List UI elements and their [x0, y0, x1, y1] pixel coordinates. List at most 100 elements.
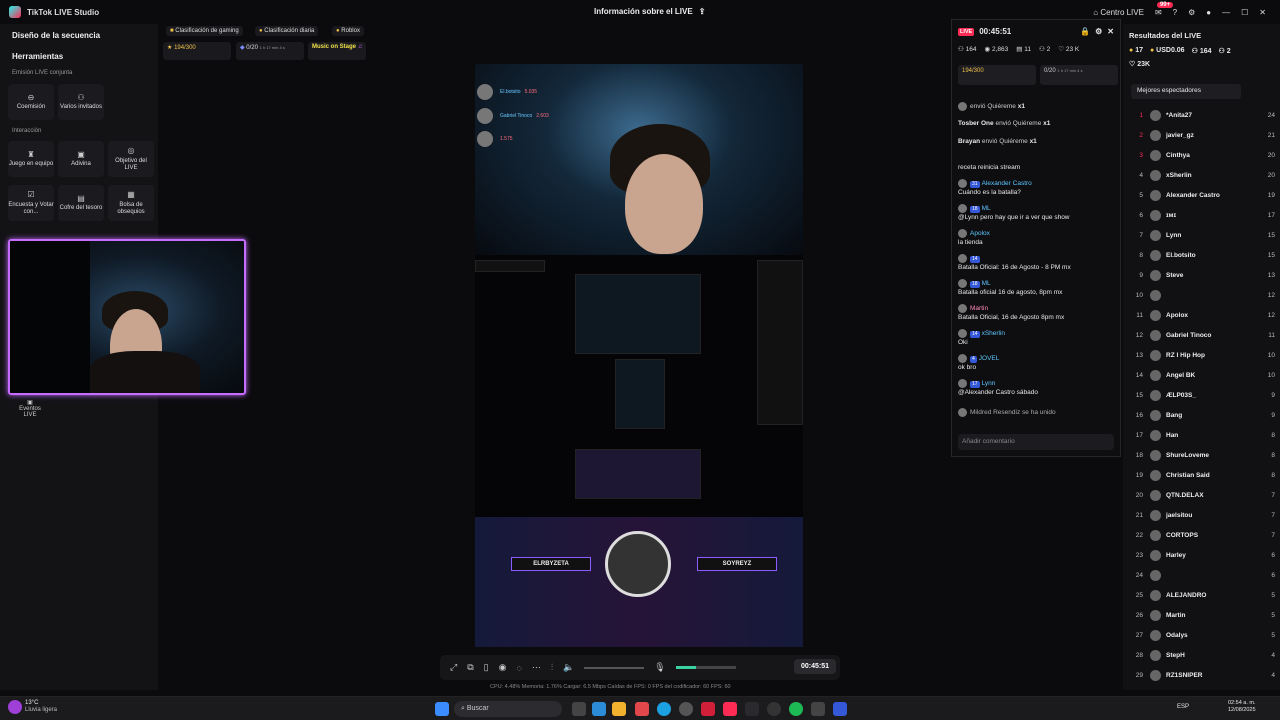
- edge-icon[interactable]: [657, 702, 671, 716]
- rank-row[interactable]: 29 RZ1SNIPER 4: [1129, 666, 1275, 684]
- poll-tile[interactable]: ☑ Encuesta y Votar con...: [8, 185, 54, 221]
- language-indicator[interactable]: ESP: [1177, 704, 1189, 710]
- profile-avatar[interactable]: ●: [1206, 8, 1211, 17]
- trophy-icon: ■: [170, 28, 174, 34]
- guests-tile[interactable]: ⚇ Varios invitados: [58, 84, 104, 120]
- task-view-icon[interactable]: [572, 702, 586, 716]
- rank-row[interactable]: 24 6: [1129, 566, 1275, 584]
- sequence-title[interactable]: Diseño de la secuencia: [0, 24, 158, 40]
- minimize-icon[interactable]: —: [1222, 8, 1230, 17]
- help-icon[interactable]: ?: [1173, 8, 1177, 17]
- roblox-chip[interactable]: ● Roblox: [332, 26, 364, 36]
- layout-icon[interactable]: ⧉: [467, 662, 473, 673]
- rank-row[interactable]: 3 Cinthya 20: [1129, 146, 1275, 164]
- gaming-ranking-chip[interactable]: ■ Clasificación de gaming: [166, 26, 243, 36]
- team-game-tile[interactable]: ♜ Juego en equipo: [8, 141, 54, 177]
- record-icon[interactable]: ◉: [499, 662, 507, 673]
- maximize-icon[interactable]: ☐: [1241, 8, 1248, 17]
- rank-row[interactable]: 23 Harley 6: [1129, 546, 1275, 564]
- rank-row[interactable]: 27 Odalys 5: [1129, 626, 1275, 644]
- rank-row[interactable]: 12 Gabriel Tinoco 11: [1129, 326, 1275, 344]
- taskbar-search[interactable]: ⌕ Buscar: [454, 701, 562, 717]
- rank-row[interactable]: 26 Martin 5: [1129, 606, 1275, 624]
- rank-row[interactable]: 5 Alexander Castro 19: [1129, 186, 1275, 204]
- microphone-icon[interactable]: 🎙: [654, 662, 665, 673]
- rank-row[interactable]: 8 El.botsito 15: [1129, 246, 1275, 264]
- app-icon[interactable]: [635, 702, 649, 716]
- rank-row[interactable]: 16 Bang 9: [1129, 406, 1275, 424]
- gift-bag-tile[interactable]: ▦ Bolsa de obsequios: [108, 185, 154, 221]
- clock[interactable]: 02:54 a. m. 12/08/2025: [1228, 700, 1256, 714]
- rank-row[interactable]: 25 ALEJANDRO 5: [1129, 586, 1275, 604]
- rank-row[interactable]: 28 StepH 4: [1129, 646, 1275, 664]
- preview-shadow: [10, 241, 90, 393]
- effects-icon[interactable]: ⤢: [450, 662, 457, 673]
- live-goal-tile[interactable]: ◎ Objetivo del LIVE: [108, 141, 154, 177]
- spotify-icon[interactable]: [789, 702, 803, 716]
- lock-icon[interactable]: 🔒: [1080, 27, 1090, 36]
- rank-row[interactable]: 6 ɪᴍɪ 17: [1129, 206, 1275, 224]
- phone-icon[interactable]: ▯: [484, 662, 489, 673]
- rank-row[interactable]: 4 xSherlin 20: [1129, 166, 1275, 184]
- live-events-button[interactable]: ▣ Eventos LIVE: [12, 399, 48, 418]
- rank-row[interactable]: 21 jaelsitou 7: [1129, 506, 1275, 524]
- weather-widget[interactable]: 13°C Lluvia ligera: [25, 700, 57, 714]
- treasure-chest-tile[interactable]: ▤ Cofre del tesoro: [58, 185, 104, 221]
- notifications-icon[interactable]: ✉ 99+: [1155, 1, 1174, 17]
- comment-input[interactable]: Añadir comentario: [958, 434, 1114, 450]
- rank-row[interactable]: 15 ÆLP03S_ 9: [1129, 386, 1275, 404]
- top-viewers-tab[interactable]: Mejores espectadores: [1131, 84, 1241, 99]
- more-icon[interactable]: ⋯: [532, 662, 541, 673]
- chat-goal-2[interactable]: 0/20 1 h 17 min 4 s: [1040, 65, 1118, 85]
- cohost-tile[interactable]: ⊖ Coemisión: [8, 84, 54, 120]
- app-arrow-icon[interactable]: [811, 702, 825, 716]
- live-center-button[interactable]: ⌂ Centro LIVE: [1093, 8, 1144, 17]
- crown-avatar-icon: [477, 84, 493, 100]
- guess-tile[interactable]: ▣ Adivina: [58, 141, 104, 177]
- github-icon[interactable]: [679, 702, 693, 716]
- media-icon[interactable]: [767, 702, 781, 716]
- rank-row[interactable]: 7 Lynn 15: [1129, 226, 1275, 244]
- app-f-icon[interactable]: [745, 702, 759, 716]
- rank-row[interactable]: 17 Han 8: [1129, 426, 1275, 444]
- chat-settings-icon[interactable]: ⚙: [1095, 27, 1102, 36]
- viewer-name: ShureLoveme: [1166, 451, 1209, 459]
- star-goal-chip[interactable]: ★ 194/300: [163, 42, 231, 60]
- stream-canvas[interactable]: El.botsito 5.035 Gabriel Tinoco 2.603 1.…: [475, 64, 803, 647]
- chat-close-icon[interactable]: ✕: [1107, 27, 1114, 36]
- speaker-icon[interactable]: 🔈: [563, 662, 574, 673]
- rank-row[interactable]: 14 Angel BK 10: [1129, 366, 1275, 384]
- volume-slider[interactable]: [584, 666, 645, 669]
- nested-screen-capture: [575, 274, 701, 354]
- windows-start-icon[interactable]: [435, 702, 449, 716]
- rank-row[interactable]: 9 Steve 13: [1129, 266, 1275, 284]
- rank-row[interactable]: 20 QTN.DELAX 7: [1129, 486, 1275, 504]
- store-icon[interactable]: [592, 702, 606, 716]
- rank-row[interactable]: 11 Apolox 12: [1129, 306, 1275, 324]
- mixer-icon[interactable]: ⫶: [551, 662, 553, 673]
- app-active-icon[interactable]: [701, 702, 715, 716]
- viewer-name: javier_gz: [1166, 131, 1194, 139]
- rank-row[interactable]: 19 Christian Said 8: [1129, 466, 1275, 484]
- app-blue-icon[interactable]: [833, 702, 847, 716]
- rank-row[interactable]: 10 12: [1129, 286, 1275, 304]
- tiktok-icon[interactable]: [723, 702, 737, 716]
- settings-icon[interactable]: ⚙: [1188, 8, 1195, 17]
- secondary-goal-chip[interactable]: ◆ 0/20 1 h 17 min 4 s: [236, 42, 304, 60]
- rank-row[interactable]: 2 javier_gz 21: [1129, 126, 1275, 144]
- camera-preview[interactable]: [8, 239, 246, 395]
- timer-settings-icon[interactable]: ◌: [516, 663, 521, 673]
- rank-row[interactable]: 22 CORTOPS 7: [1129, 526, 1275, 544]
- folder-icon[interactable]: [612, 702, 626, 716]
- chat-goal-1[interactable]: 194/300: [958, 65, 1036, 85]
- tools-title: Herramientas: [12, 52, 64, 61]
- rank-number: 23: [1135, 551, 1143, 559]
- rank-row[interactable]: 18 ShureLoveme 8: [1129, 446, 1275, 464]
- close-icon[interactable]: ✕: [1259, 8, 1266, 17]
- daily-ranking-chip[interactable]: ● Clasificación diaria: [255, 26, 319, 36]
- music-on-stage-chip[interactable]: Music on Stage ♫: [308, 42, 367, 60]
- live-info-button[interactable]: Información sobre el LIVE ⇪: [594, 7, 705, 16]
- mic-level[interactable]: [675, 666, 736, 669]
- rank-row[interactable]: 1 *Anita27 24: [1129, 106, 1275, 124]
- rank-row[interactable]: 13 RZ I Hip Hop 10: [1129, 346, 1275, 364]
